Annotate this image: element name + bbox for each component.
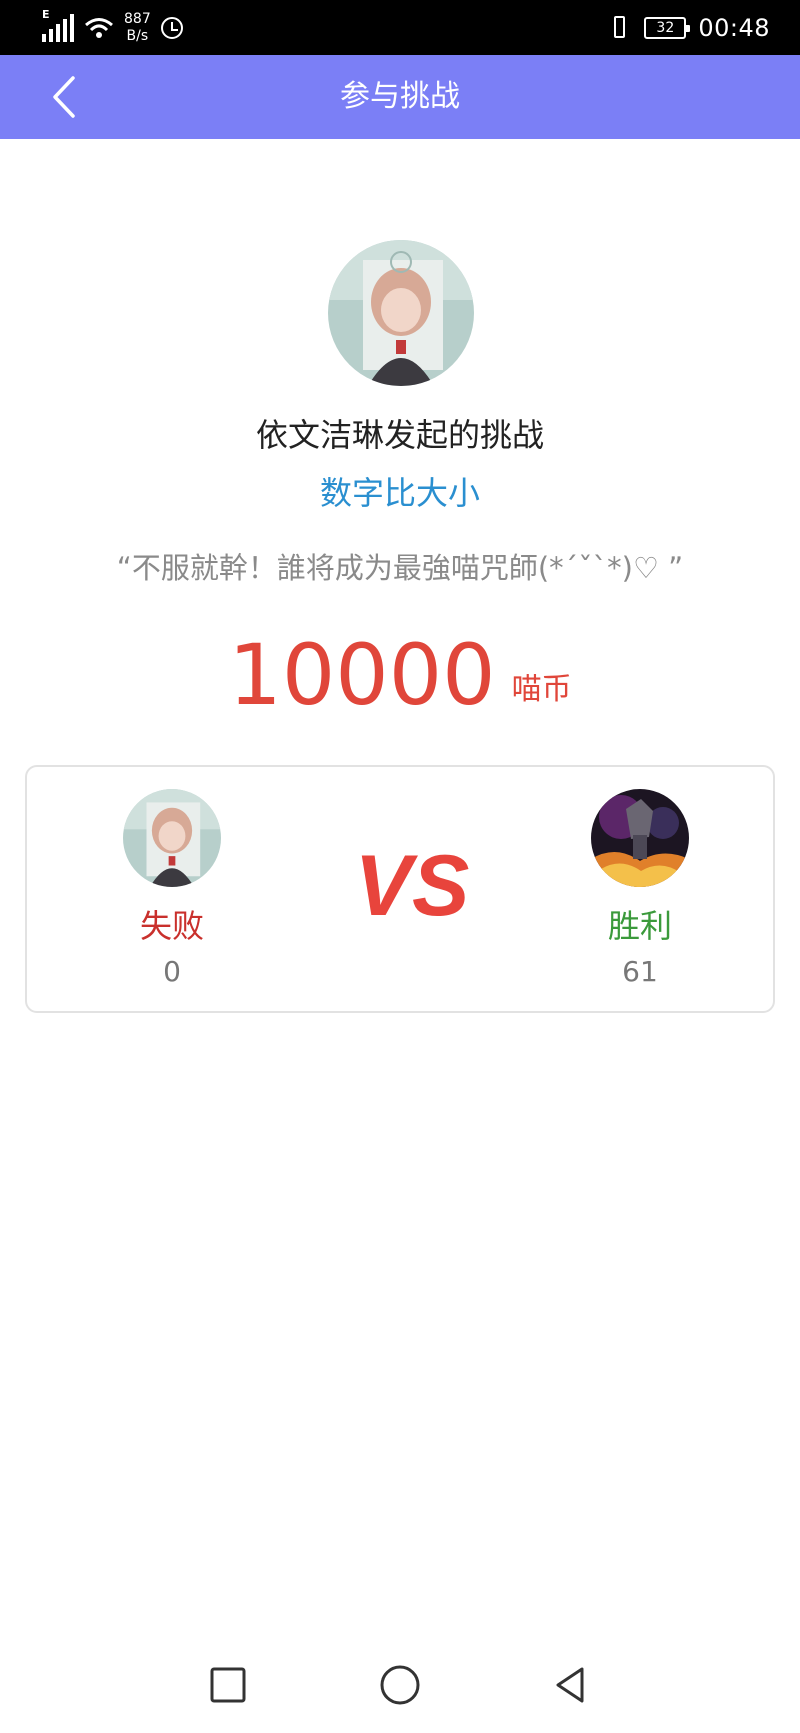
battery-icon: 32	[644, 17, 691, 39]
vs-label: VS	[355, 838, 470, 934]
circle-home-icon	[380, 1665, 420, 1705]
back-nav-button[interactable]	[540, 1655, 600, 1715]
left-player: 失败 0	[92, 789, 252, 988]
challenge-slogan: “不服就幹！誰将成为最強喵咒師(*ˊˇˋ*)♡ ”	[116, 551, 684, 585]
app-header: 参与挑战	[0, 55, 800, 139]
wifi-icon	[84, 16, 114, 40]
network-speed: 887 B/s	[124, 11, 151, 45]
vibrate-icon	[606, 15, 632, 41]
status-time: 00:48	[698, 14, 770, 42]
stake-unit: 喵币	[511, 672, 572, 707]
left-player-avatar[interactable]	[123, 789, 221, 887]
left-player-score: 0	[163, 955, 181, 988]
speed-value: 887	[124, 11, 151, 27]
triangle-back-icon	[556, 1667, 584, 1703]
alarm-icon	[160, 17, 183, 39]
back-button[interactable]	[40, 73, 88, 121]
square-icon	[210, 1667, 246, 1703]
stake: 10000 喵币	[0, 630, 800, 720]
right-player: 胜利 61	[560, 789, 720, 988]
status-bar: E 887 B/s 32 00:48	[0, 0, 800, 55]
network-type: E	[42, 8, 50, 21]
left-player-result: 失败	[139, 907, 204, 945]
challenger-text: 依文洁琳发起的挑战	[255, 416, 544, 454]
stake-amount: 10000	[228, 626, 496, 724]
match-card: 失败 0 VS 胜利 61	[25, 765, 775, 1013]
challenge-screen: E 887 B/s 32 00:48 参与挑战 依文洁琳发起的挑战 数字比大小 …	[0, 0, 800, 1733]
right-player-avatar[interactable]	[591, 789, 689, 887]
page-title: 参与挑战	[340, 79, 460, 114]
status-right: 32 00:48	[606, 10, 770, 46]
signal-icon: E	[42, 8, 74, 42]
battery-level: 32	[656, 20, 675, 36]
game-name[interactable]: 数字比大小	[0, 468, 800, 514]
chevron-left-icon	[53, 76, 75, 118]
challenger-avatar[interactable]	[328, 240, 474, 386]
vs-logo: VS	[347, 837, 477, 937]
right-player-result: 胜利	[607, 907, 672, 945]
system-nav-bar	[0, 1635, 800, 1733]
recent-apps-button[interactable]	[198, 1655, 258, 1715]
speed-unit: B/s	[126, 28, 149, 44]
home-button[interactable]	[370, 1655, 430, 1715]
status-left: E 887 B/s	[42, 8, 183, 46]
right-player-score: 61	[622, 955, 658, 988]
